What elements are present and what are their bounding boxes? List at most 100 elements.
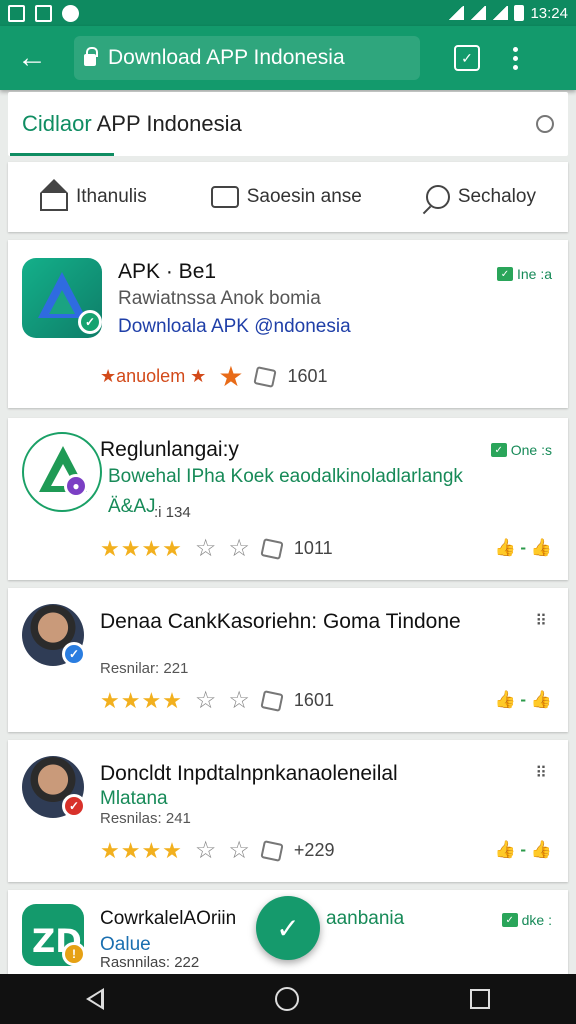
refresh-icon[interactable]	[536, 115, 554, 133]
page-title-rest: APP Indonesia	[91, 111, 242, 136]
app-bar: ← Download APP Indonesia ✓	[0, 26, 576, 90]
page-title: Cidlaor APP Indonesia	[22, 111, 242, 137]
verified-badge-icon: ✓	[62, 794, 86, 818]
card-title: Reglunlangai:y	[100, 438, 239, 461]
promo-label: ★anuolem ★	[100, 366, 207, 386]
system-nav-bar	[0, 974, 576, 1024]
rating-row: ★★★★ ☆ ☆ 1011	[100, 534, 333, 563]
list-item[interactable]: ✓ Denaa CankKasoriehn: Goma Tindone Resn…	[8, 588, 568, 732]
url-bar[interactable]: Download APP Indonesia	[74, 36, 420, 80]
check-icon: ✓	[276, 912, 300, 944]
card-subtitle: Resnilas: 241	[100, 810, 191, 827]
tab-switcher-button[interactable]: ✓	[454, 45, 480, 71]
share-icon[interactable]	[253, 365, 278, 388]
lock-icon	[84, 47, 98, 66]
signal-icon	[470, 6, 487, 20]
nav-back-icon[interactable]	[85, 988, 104, 1010]
check-icon: ✓	[501, 913, 518, 927]
card-subtitle: Bowehal IPha Koek eaodalkinoladlarlangk	[108, 466, 463, 487]
tag-label: dke :	[521, 912, 552, 928]
star-icon[interactable]: ★	[218, 360, 243, 393]
filter-home-label: Ithanulis	[75, 186, 147, 207]
filter-bar: Ithanulis Saoesin anse Sechaloy	[8, 162, 568, 232]
tab-count: ✓	[461, 49, 473, 66]
star-outline-icon[interactable]: ☆	[228, 686, 250, 715]
thumbs-up-icon[interactable]: 👍 - 👍	[495, 690, 552, 710]
rating-count: 1011	[293, 538, 333, 558]
status-time: 13:24	[530, 4, 568, 22]
star-outline-icon[interactable]: ☆	[195, 686, 217, 715]
share-icon[interactable]	[260, 537, 284, 560]
premium-badge-icon: ●	[64, 474, 88, 498]
card-subtitle: Rawiatnssa Anok bomia	[118, 288, 321, 309]
card-subtitle-green: Mlatana	[100, 788, 168, 809]
drag-handle-icon[interactable]: ⠿	[535, 614, 548, 630]
thumbs-up-icon[interactable]: 👍 - 👍	[495, 840, 552, 860]
triangle-app-icon	[22, 432, 102, 512]
warning-badge-icon: !	[62, 942, 86, 966]
share-icon[interactable]	[260, 689, 284, 712]
list-item[interactable]: ● Reglunlangai:y Bowehal IPha Koek eaoda…	[8, 418, 568, 580]
tag-label: One :s	[510, 442, 552, 458]
filter-home[interactable]: Ithanulis	[39, 179, 147, 211]
search-icon	[425, 185, 450, 209]
chat-icon	[210, 186, 239, 208]
filter-chat-label: Saoesin anse	[246, 186, 362, 207]
page-title-accent: Cidlaor	[22, 111, 92, 136]
card-title: CowrkalelAOriin	[100, 908, 237, 929]
gallery-icon	[8, 4, 25, 22]
image-icon	[35, 4, 52, 22]
star-outline-icon[interactable]: ☆	[195, 836, 217, 865]
filter-search[interactable]: Sechaloy	[425, 185, 536, 209]
back-button[interactable]: ←	[0, 26, 64, 90]
star-outline-icon[interactable]: ☆	[195, 534, 217, 563]
verified-badge-icon: ✓	[62, 642, 86, 666]
rating-stars: ★★★★	[100, 837, 183, 863]
rating-row: ★anuolem ★ ★ 1601	[100, 360, 327, 393]
page-header: Cidlaor APP Indonesia	[8, 92, 568, 156]
rating-row: ★★★★ ☆ ☆ 1601	[100, 686, 334, 715]
filter-chat[interactable]: Saoesin anse	[210, 186, 362, 208]
rating-stars: ★★★★	[100, 687, 183, 713]
list-item[interactable]: ✓ APK · Be1 Rawiatnssa Anok bomia Downlo…	[8, 240, 568, 408]
card-title-tail: aanbania	[326, 908, 405, 929]
url-text: Download APP Indonesia	[108, 46, 345, 69]
share-icon[interactable]	[260, 839, 284, 862]
active-tab-indicator	[10, 153, 114, 156]
nav-recents-icon[interactable]	[470, 989, 491, 1009]
status-left	[8, 4, 79, 22]
more-options-icon[interactable]	[510, 46, 520, 70]
status-tag: ✓ dke :	[501, 912, 552, 928]
telegram-icon	[62, 4, 79, 22]
check-icon: ✓	[496, 267, 513, 281]
check-icon: ✓	[490, 443, 507, 457]
thumbs-up-icon[interactable]: 👍 - 👍	[495, 538, 552, 558]
rating-stars: ★★★★	[100, 535, 183, 561]
verified-badge-icon: ✓	[78, 310, 102, 334]
card-link[interactable]: Downloala APK @ndonesia	[118, 316, 351, 338]
signal-icon-2	[492, 6, 509, 20]
rating-count: +229	[293, 840, 335, 860]
battery-icon	[514, 5, 525, 21]
rating-count: 1601	[293, 690, 334, 710]
drag-handle-icon[interactable]: ⠿	[535, 766, 548, 782]
card-extra-small: :i 134	[154, 504, 191, 521]
filter-search-label: Sechaloy	[457, 186, 536, 207]
list-item[interactable]: ✓ Doncldt Inpdtalnpnkanaoleneilal Mlatan…	[8, 740, 568, 882]
card-title: Denaa CankKasoriehn: Goma Tindone	[100, 610, 461, 633]
status-bar: 13:24	[0, 0, 576, 26]
nav-home-icon[interactable]	[274, 987, 299, 1011]
rating-count: 1601	[287, 366, 328, 386]
tag-label: Ine :a	[516, 266, 552, 282]
status-tag: ✓ Ine :a	[496, 266, 552, 282]
rating-row: ★★★★ ☆ ☆ +229	[100, 836, 334, 865]
star-outline-icon[interactable]: ☆	[228, 534, 250, 563]
status-tag: ✓ One :s	[490, 442, 552, 458]
status-right: 13:24	[448, 5, 568, 22]
confirm-fab-button[interactable]: ✓	[256, 896, 320, 960]
star-outline-icon[interactable]: ☆	[228, 836, 250, 865]
wifi-icon	[448, 6, 465, 20]
card-subtitle: Rasnnilas: 222	[100, 954, 200, 971]
card-title: APK · Be1	[118, 260, 217, 283]
arrow-left-icon: ←	[17, 41, 47, 74]
